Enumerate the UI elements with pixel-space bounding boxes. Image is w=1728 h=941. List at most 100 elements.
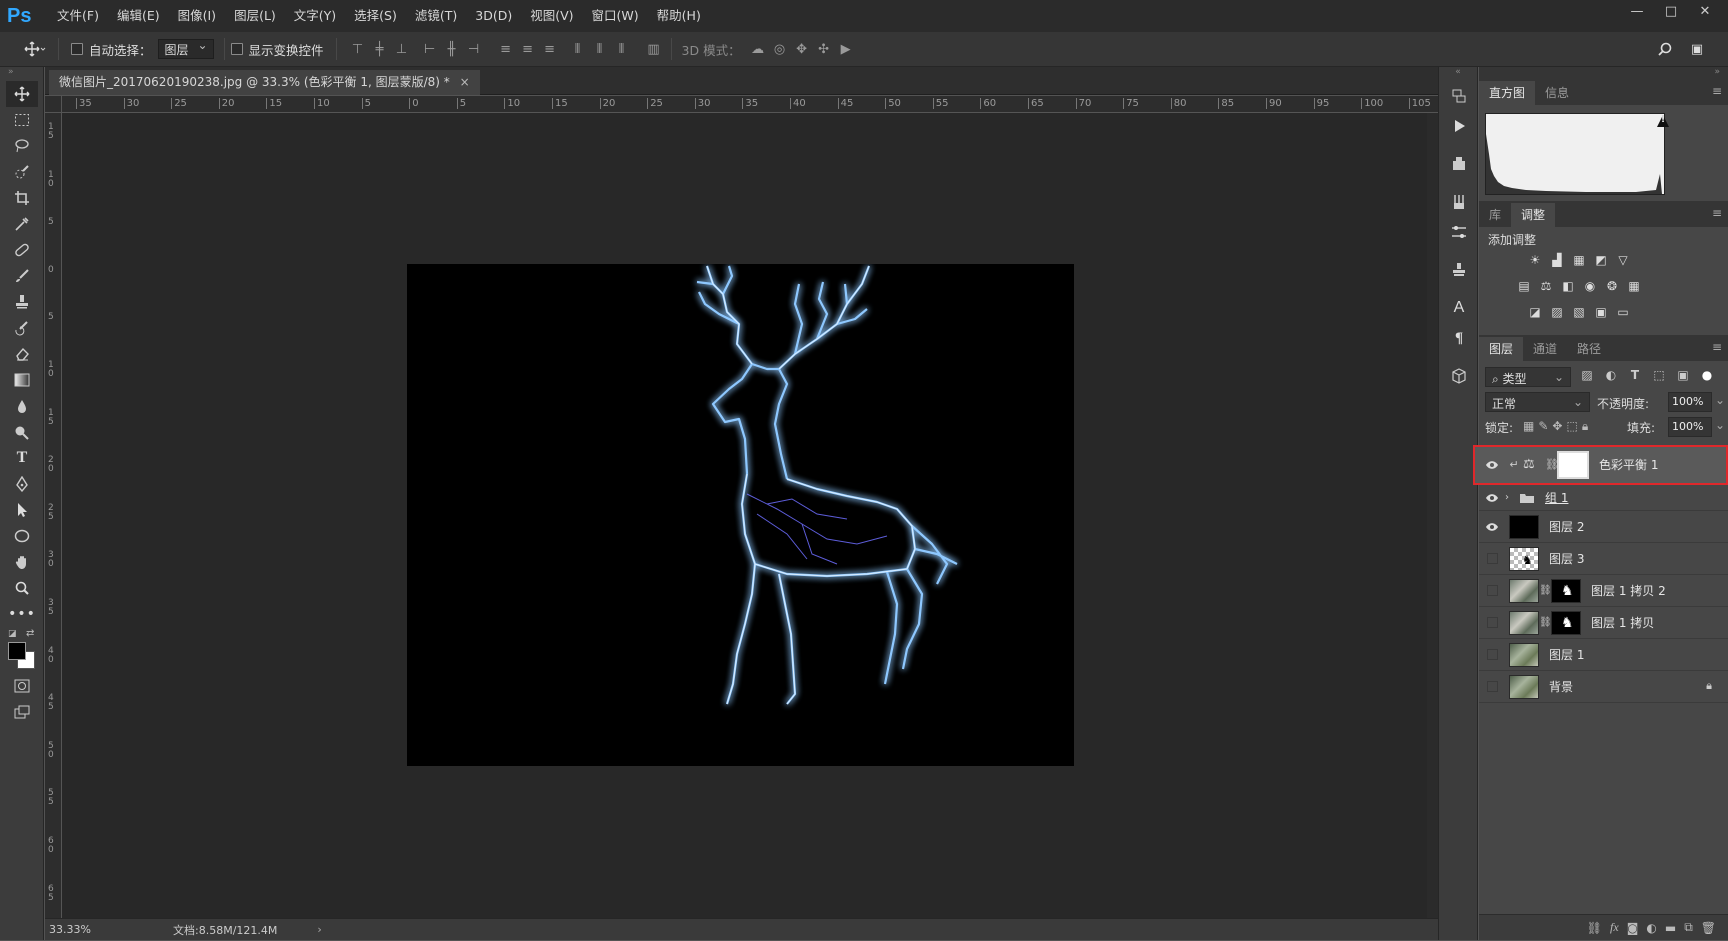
brush-tool-icon[interactable]: [6, 263, 38, 289]
more-tools-icon[interactable]: •••: [6, 601, 38, 627]
new-layer-icon[interactable]: ⧉: [1684, 920, 1693, 935]
layer-name[interactable]: 图层 1 拷贝: [1591, 614, 1654, 631]
group-expand-icon[interactable]: ›: [1505, 492, 1519, 503]
opacity-field[interactable]: 100%: [1668, 392, 1712, 412]
color-lookup-icon[interactable]: ▦: [1623, 275, 1645, 297]
layer-name[interactable]: 图层 1: [1549, 646, 1584, 663]
lasso-tool-icon[interactable]: [6, 133, 38, 159]
properties-panel-icon[interactable]: [1439, 149, 1479, 179]
layer-name[interactable]: 组 1: [1545, 489, 1568, 506]
pen-tool-icon[interactable]: [6, 471, 38, 497]
3d-panel-icon[interactable]: [1439, 361, 1479, 391]
fill-dropdown-icon[interactable]: ⌄: [1715, 418, 1725, 432]
search-icon[interactable]: [1654, 38, 1676, 60]
visibility-toggle-empty[interactable]: [1479, 607, 1505, 639]
zoom-level[interactable]: 33.33%: [49, 923, 109, 936]
tools-collapse-icon[interactable]: »: [0, 67, 43, 81]
align-left-icon[interactable]: ⊢: [419, 38, 441, 60]
hand-tool-icon[interactable]: [6, 549, 38, 575]
menu-image[interactable]: 图像(I): [169, 0, 225, 32]
layer-filter-dropdown[interactable]: ⌕ 类型 ⌄: [1485, 367, 1571, 387]
mask-link-icon[interactable]: ⛓: [1539, 585, 1552, 596]
3d-camera-icon[interactable]: ▶: [835, 38, 857, 60]
history-panel-icon[interactable]: [1439, 81, 1479, 111]
document-canvas[interactable]: [407, 264, 1074, 766]
show-transform-checkbox[interactable]: [230, 43, 243, 55]
filter-toggle-icon[interactable]: ●: [1697, 368, 1717, 382]
ruler-origin[interactable]: [45, 96, 62, 113]
character-panel-icon[interactable]: A: [1439, 293, 1479, 323]
menu-select[interactable]: 选择(S): [345, 0, 406, 32]
menu-3d[interactable]: 3D(D): [466, 0, 521, 32]
tab-libraries[interactable]: 库: [1479, 203, 1511, 227]
brushes-panel-icon[interactable]: [1439, 187, 1479, 217]
tab-adjustments[interactable]: 调整: [1511, 203, 1556, 227]
3d-pan-icon[interactable]: ✥: [791, 38, 813, 60]
menu-help[interactable]: 帮助(H): [648, 0, 710, 32]
new-group-icon[interactable]: ▬: [1665, 921, 1676, 935]
close-button[interactable]: ✕: [1688, 0, 1722, 22]
histogram-panel-menu-icon[interactable]: ≡: [1712, 84, 1722, 98]
default-colors-icon[interactable]: ◪: [8, 629, 17, 639]
lock-position-icon[interactable]: ✥: [1552, 419, 1562, 434]
layer-name[interactable]: 色彩平衡 1: [1599, 456, 1658, 473]
swap-colors-icon[interactable]: ⇄: [26, 628, 34, 639]
auto-select-dropdown[interactable]: 图层: [157, 38, 214, 59]
status-expand-icon[interactable]: ›: [317, 923, 321, 936]
align-top-icon[interactable]: ⊤: [347, 38, 369, 60]
quick-mask-icon[interactable]: [6, 673, 38, 699]
filter-shape-icon[interactable]: ⬚: [1649, 368, 1669, 382]
color-balance-icon[interactable]: ⚖: [1535, 275, 1557, 297]
distribute-top-icon[interactable]: ≡: [495, 38, 517, 60]
screen-mode-icon[interactable]: [6, 699, 38, 725]
distribute-hcenter-icon[interactable]: ⦀: [589, 38, 611, 60]
horizontal-ruler[interactable]: 35 30 25 20 15 10 5 0 5 10 15 20 25 30 35 40 45 50 55 60 65 7…: [62, 96, 1438, 113]
menu-edit[interactable]: 编辑(E): [108, 0, 169, 32]
3d-orbit-icon[interactable]: ☁: [747, 38, 769, 60]
auto-align-icon[interactable]: ▥: [643, 38, 665, 60]
curves-icon[interactable]: ▦: [1568, 249, 1590, 271]
lock-artboard-icon[interactable]: ⬚: [1566, 419, 1577, 434]
visibility-toggle-empty[interactable]: [1479, 639, 1505, 671]
minimize-button[interactable]: —: [1620, 0, 1654, 22]
layer-mask-thumbnail[interactable]: [1557, 450, 1589, 479]
layer-row-background[interactable]: 背景 🔒︎: [1479, 671, 1728, 703]
distribute-vcenter-icon[interactable]: ≡: [517, 38, 539, 60]
visibility-toggle-empty[interactable]: [1479, 575, 1505, 607]
photo-filter-icon[interactable]: ◉: [1579, 275, 1601, 297]
3d-roll-icon[interactable]: ◎: [769, 38, 791, 60]
hue-saturation-icon[interactable]: ▤: [1513, 275, 1535, 297]
filter-smart-object-icon[interactable]: ▣: [1673, 368, 1693, 382]
layer-style-icon[interactable]: fx: [1610, 920, 1619, 935]
menu-layer[interactable]: 图层(L): [225, 0, 285, 32]
gradient-map-icon[interactable]: ▭: [1612, 301, 1634, 323]
layer-name[interactable]: 图层 2: [1549, 518, 1584, 535]
layer-row[interactable]: ⛓ ♞ 图层 1 拷贝 2: [1479, 575, 1728, 607]
black-white-icon[interactable]: ◧: [1557, 275, 1579, 297]
visibility-toggle-empty[interactable]: [1479, 671, 1505, 703]
filter-pixel-icon[interactable]: ▨: [1577, 368, 1597, 382]
panels-collapse-icon[interactable]: »: [1479, 67, 1728, 79]
lock-all-icon[interactable]: 🔒︎: [1582, 419, 1588, 434]
layer-name[interactable]: 图层 1 拷贝 2: [1591, 582, 1666, 599]
align-right-icon[interactable]: ⊣: [463, 38, 485, 60]
adjustments-panel-menu-icon[interactable]: ≡: [1712, 206, 1722, 220]
selective-color-icon[interactable]: ▣: [1590, 301, 1612, 323]
zoom-tool-icon[interactable]: [6, 575, 38, 601]
actions-panel-icon[interactable]: [1439, 111, 1479, 141]
crop-tool-icon[interactable]: [6, 185, 38, 211]
distribute-bottom-icon[interactable]: ≡: [539, 38, 561, 60]
mask-link-icon[interactable]: ⛓: [1545, 458, 1559, 471]
filter-type-icon[interactable]: T: [1625, 368, 1645, 382]
tab-info[interactable]: 信息: [1535, 81, 1579, 105]
document-tab[interactable]: 微信图片_20170620190238.jpg @ 33.3% (色彩平衡 1,…: [49, 70, 480, 95]
posterize-icon[interactable]: ▨: [1546, 301, 1568, 323]
mask-link-icon[interactable]: ⛓: [1539, 617, 1552, 628]
visibility-toggle-empty[interactable]: [1479, 543, 1505, 575]
layer-row[interactable]: ♞ 图层 3: [1479, 543, 1728, 575]
eyedropper-tool-icon[interactable]: [6, 211, 38, 237]
distribute-right-icon[interactable]: ⦀: [611, 38, 633, 60]
menu-type[interactable]: 文字(Y): [285, 0, 345, 32]
brightness-contrast-icon[interactable]: ☀: [1524, 249, 1546, 271]
menu-file[interactable]: 文件(F): [48, 0, 108, 32]
